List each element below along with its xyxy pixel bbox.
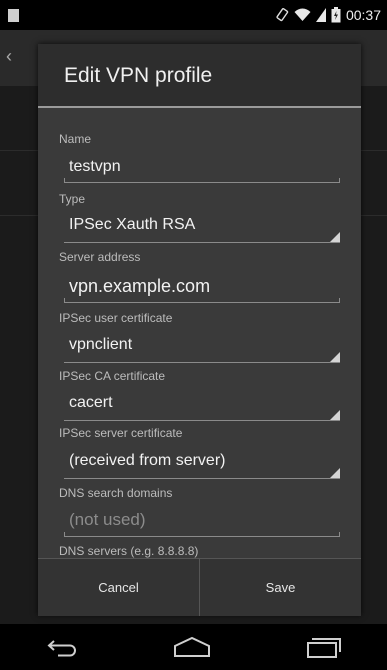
type-spinner[interactable]: IPSec Xauth RSA [69,216,195,234]
type-label: Type [59,192,86,206]
dns-domains-label: DNS search domains [59,486,173,500]
dialog-button-bar: Cancel Save [38,558,361,616]
wifi-icon [294,8,311,22]
name-label: Name [59,132,92,146]
dialog-title: Edit VPN profile [64,64,213,87]
ca-cert-label: IPSec CA certificate [59,369,166,383]
ca-cert-underline [64,420,340,421]
clock: 00:37 [345,7,381,23]
back-icon[interactable] [46,637,80,657]
status-bar: 00:37 [0,0,387,30]
back-arrow-icon: ‹ [6,46,12,66]
vpn-form: Name testvpn Type IPSec Xauth RSA Server… [38,108,361,558]
recents-icon[interactable] [305,636,341,658]
status-icons: 00:37 [275,7,381,23]
server-cert-label: IPSec server certificate [59,426,183,440]
name-underline [64,178,340,183]
user-cert-underline [64,362,340,363]
dns-servers-label: DNS servers (e.g. 8.8.8.8) [59,544,199,558]
ca-cert-spinner[interactable]: cacert [69,394,113,412]
dns-domains-underline [64,532,340,537]
dropdown-arrow-icon[interactable] [330,232,340,242]
server-address-label: Server address [59,250,141,264]
battery-icon [331,7,341,23]
navigation-bar [0,624,387,670]
dropdown-arrow-icon[interactable] [330,410,340,420]
user-cert-spinner[interactable]: vpnclient [69,336,132,354]
server-address-field[interactable]: vpn.example.com [69,276,210,297]
server-address-underline [64,298,340,303]
rotate-icon [275,8,289,22]
edit-vpn-dialog: Edit VPN profile Name testvpn Type IPSec… [38,44,361,616]
dns-domains-field[interactable]: (not used) [69,510,146,530]
type-underline [64,242,340,243]
server-cert-underline [64,478,340,479]
user-cert-label: IPSec user certificate [59,311,173,325]
dropdown-arrow-icon[interactable] [330,468,340,478]
save-button[interactable]: Save [199,559,361,616]
notification-icon [8,8,19,22]
dropdown-arrow-icon[interactable] [330,352,340,362]
server-cert-spinner[interactable]: (received from server) [69,452,225,470]
signal-icon [315,8,326,22]
cancel-button[interactable]: Cancel [38,559,199,616]
name-field[interactable]: testvpn [69,158,121,176]
home-icon[interactable] [172,636,212,658]
